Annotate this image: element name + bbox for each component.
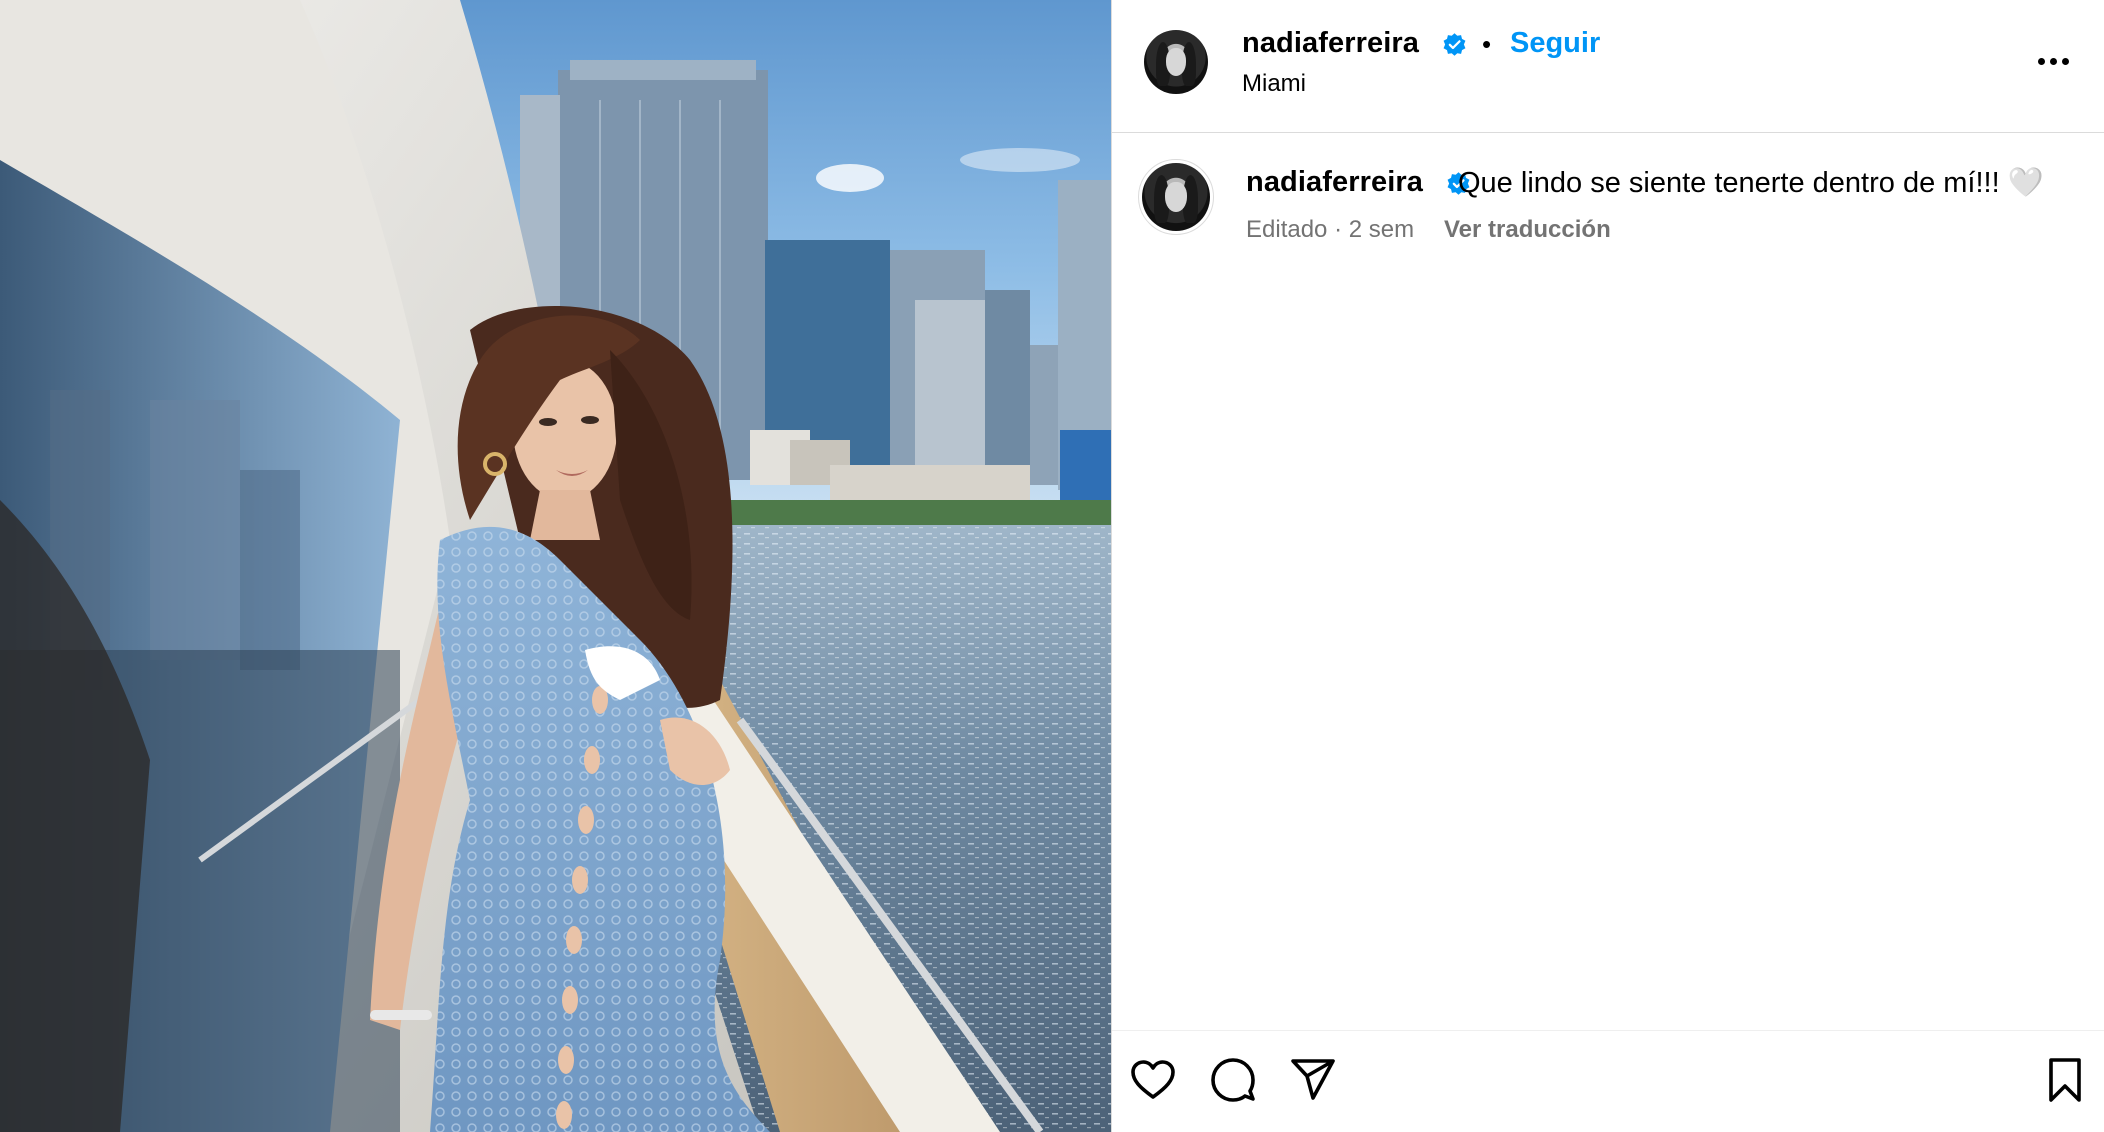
action-bar (1112, 1030, 2104, 1132)
comment-icon[interactable] (1206, 1053, 1260, 1107)
caption-avatar[interactable] (1142, 163, 1210, 231)
share-icon[interactable] (1286, 1053, 1340, 1107)
author-username[interactable]: nadiaferreira (1242, 27, 1419, 60)
bookmark-icon[interactable] (2038, 1053, 2092, 1107)
header-separator: • (1482, 29, 1492, 59)
caption-meta: Editado · 2 sem (1246, 216, 1415, 243)
photo-illustration (0, 0, 1111, 1132)
comments-section: nadiaferreira Que lindo se siente tenert… (1112, 133, 2104, 1132)
post-photo[interactable] (0, 0, 1112, 1132)
post-header: nadiaferreira • Seguir Miami (1112, 0, 2104, 133)
caption-username[interactable]: nadiaferreira (1246, 166, 1423, 199)
verified-badge-icon (1443, 33, 1466, 56)
translate-button[interactable]: Ver traducción (1444, 216, 1611, 244)
author-avatar[interactable] (1144, 30, 1208, 94)
follow-button[interactable]: Seguir (1510, 27, 1600, 60)
post-side-panel: nadiaferreira • Seguir Miami nadiaferrei… (1112, 0, 2104, 1132)
more-horizontal-icon[interactable] (2032, 40, 2074, 82)
caption-text: Que lindo se siente tenerte dentro de mí… (1458, 167, 2044, 199)
instagram-post: nadiaferreira • Seguir Miami nadiaferrei… (0, 0, 2104, 1132)
post-location[interactable]: Miami (1242, 70, 1306, 98)
heart-icon[interactable] (1126, 1053, 1180, 1107)
